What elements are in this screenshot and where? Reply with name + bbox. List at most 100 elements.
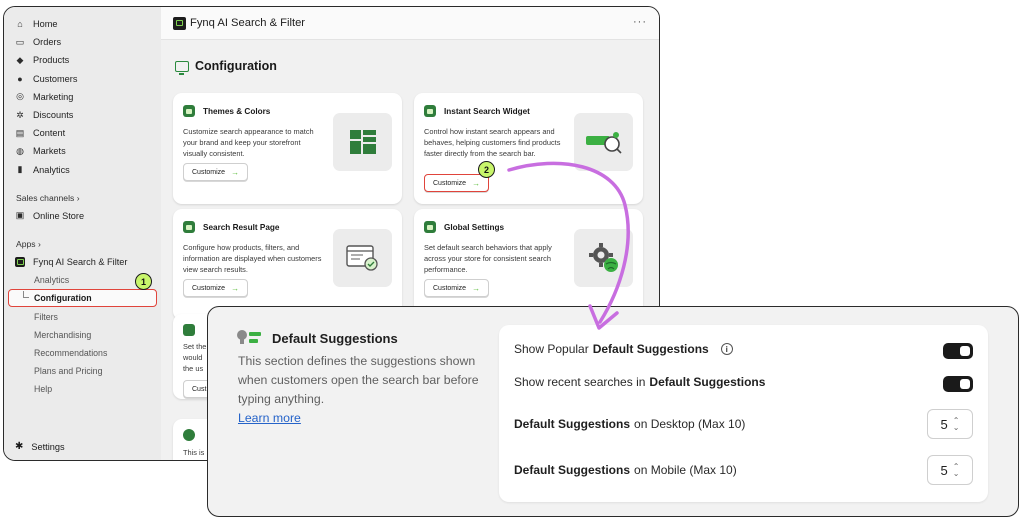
sidebar-item-label: Customers (33, 73, 78, 84)
arrow-right-icon: → (231, 283, 240, 293)
discount-icon: ✲ (16, 109, 24, 120)
suggestions-settings-card: Show Popular Default Suggestions i Show … (499, 325, 988, 502)
card-search-result-page: Search Result Page Configure how product… (173, 209, 402, 320)
setting-row-popular: Show Popular Default Suggestions i (514, 342, 733, 356)
customize-button[interactable]: Customize → (183, 163, 249, 181)
globe-settings-icon (424, 221, 436, 233)
app-logo-icon (15, 256, 25, 267)
sidebar-item-label: Products (33, 55, 70, 66)
card-instant-search: Instant Search Widget Control how instan… (414, 93, 643, 204)
button-label: Cust (192, 385, 207, 393)
sidebar-item-label: Orders (33, 37, 62, 48)
popular-suggestions-toggle[interactable] (943, 343, 973, 359)
results-browser-icon (333, 229, 392, 287)
sidebar-item-content[interactable]: ▤ Content (4, 124, 161, 142)
card-title-text: Global Settings (444, 222, 505, 232)
learn-more-link[interactable]: Learn more (238, 411, 301, 425)
sidebar-item-products[interactable]: ◆ Products (4, 51, 161, 69)
tag-icon: ◆ (16, 54, 24, 65)
sidebar-subitem-recommendations[interactable]: Recommendations (4, 344, 161, 362)
setting-label: Show Popular (514, 342, 589, 356)
sidebar-item-app[interactable]: Fynq AI Search & Filter (4, 253, 161, 271)
sidebar-item-label: Analytics (33, 164, 70, 175)
sidebar-item-discounts[interactable]: ✲ Discounts (4, 106, 161, 124)
sales-channels-header[interactable]: Sales channels › (4, 189, 161, 207)
sidebar-item-marketing[interactable]: ◎ Marketing (4, 88, 161, 106)
mobile-count-stepper[interactable]: 5 ⌃ ⌄ (927, 455, 973, 485)
home-icon: ⌂ (17, 19, 23, 30)
button-label: Customize (192, 168, 226, 176)
apps-header[interactable]: Apps › (4, 235, 161, 253)
sidebar: ⌂ Home ▭ Orders ◆ Products ● Customers ◎ Mark… (4, 7, 161, 460)
app-logo-icon (173, 16, 186, 30)
default-suggestions-panel: Default Suggestions This section defines… (207, 306, 1019, 517)
setting-row-mobile: Default Suggestions on Mobile (Max 10) (514, 463, 737, 477)
step-marker-1: 1 (135, 273, 152, 290)
button-label: Customize (192, 284, 226, 292)
sidebar-item-label: Marketing (33, 91, 74, 102)
sidebar-item-markets[interactable]: ◍ Markets (4, 142, 161, 160)
results-page-icon (183, 221, 195, 233)
partial-description: Set the would the us (183, 341, 206, 375)
lightbulb-list-icon (236, 328, 262, 348)
card-global-settings: Global Settings Set default search behav… (414, 209, 643, 320)
sidebar-item-online-store[interactable]: ▣ Online Store (4, 207, 161, 225)
card-themes-colors: Themes & Colors Customize search appeara… (173, 93, 402, 204)
sidebar-item-label: Configuration (34, 293, 92, 304)
arrow-right-icon: → (472, 178, 481, 188)
button-label: Customize (433, 284, 467, 292)
setting-row-desktop: Default Suggestions on Desktop (Max 10) (514, 417, 745, 431)
sidebar-item-label: Markets (33, 146, 66, 157)
card-icon (183, 324, 195, 336)
card-title-text: Instant Search Widget (444, 106, 530, 116)
monitor-icon (175, 60, 189, 75)
partial-line: Set the (183, 342, 207, 351)
recent-searches-toggle[interactable] (943, 376, 973, 392)
desktop-count-stepper[interactable]: 5 ⌃ ⌄ (927, 409, 973, 439)
sales-channels-label: Sales channels (16, 192, 75, 203)
chevron-right-icon: › (76, 192, 80, 203)
customize-button[interactable]: Customize → (183, 279, 249, 297)
setting-label-bold: Default Suggestions (514, 417, 631, 431)
stepper-value: 5 (940, 416, 948, 432)
stepper-arrows-icon[interactable]: ⌃ ⌄ (953, 463, 960, 478)
sidebar-item-settings[interactable]: ✱ Settings (15, 441, 65, 452)
card-description: Set default search behaviors that apply … (424, 243, 552, 275)
sidebar-subitem-plans[interactable]: Plans and Pricing (4, 362, 161, 380)
sidebar-item-home[interactable]: ⌂ Home (4, 15, 161, 33)
apps-label: Apps (16, 238, 36, 249)
sidebar-item-label: Discounts (33, 110, 74, 121)
info-icon[interactable]: i (720, 343, 733, 355)
page-title-text: Configuration (195, 59, 277, 73)
sidebar-subitem-help[interactable]: Help (4, 380, 161, 398)
partial-line: the us (183, 364, 204, 374)
target-icon: ◎ (16, 91, 24, 102)
stepper-arrows-icon[interactable]: ⌃ ⌄ (953, 417, 960, 432)
bar-chart-icon: ▮ (17, 164, 23, 175)
tree-connector-icon (23, 291, 29, 299)
section-title-text: Default Suggestions (272, 330, 398, 346)
sidebar-item-analytics[interactable]: ▮ Analytics (4, 161, 161, 179)
card-description: Customize search appearance to match you… (183, 127, 314, 159)
sidebar-item-label: Fynq AI Search & Filter (33, 256, 128, 267)
person-icon: ● (17, 73, 23, 84)
sidebar-item-label: Online Store (33, 210, 85, 221)
customize-button[interactable]: Customize → (424, 279, 490, 297)
sidebar-item-customers[interactable]: ● Customers (4, 70, 161, 88)
sidebar-item-label: Home (33, 19, 58, 30)
sidebar-subitem-filters[interactable]: Filters (4, 307, 161, 325)
arrow-right-icon: → (231, 167, 240, 177)
section-description: This section defines the suggestions sho… (238, 354, 479, 406)
sidebar-item-orders[interactable]: ▭ Orders (4, 33, 161, 51)
customize-button[interactable]: Customize → (424, 174, 490, 192)
partial-line: would (183, 353, 203, 363)
gear-icon: ✱ (15, 441, 24, 452)
more-actions-button[interactable]: ··· (633, 16, 647, 28)
setting-label-bold: Default Suggestions (592, 342, 709, 356)
stepper-value: 5 (940, 462, 948, 478)
nav-list: ⌂ Home ▭ Orders ◆ Products ● Customers ◎ Mark… (4, 15, 161, 179)
sidebar-subitem-configuration[interactable]: Configuration (8, 289, 157, 308)
setting-label-bold: Default Suggestions (514, 463, 631, 477)
sidebar-subitem-merchandising[interactable]: Merchandising (4, 326, 161, 344)
